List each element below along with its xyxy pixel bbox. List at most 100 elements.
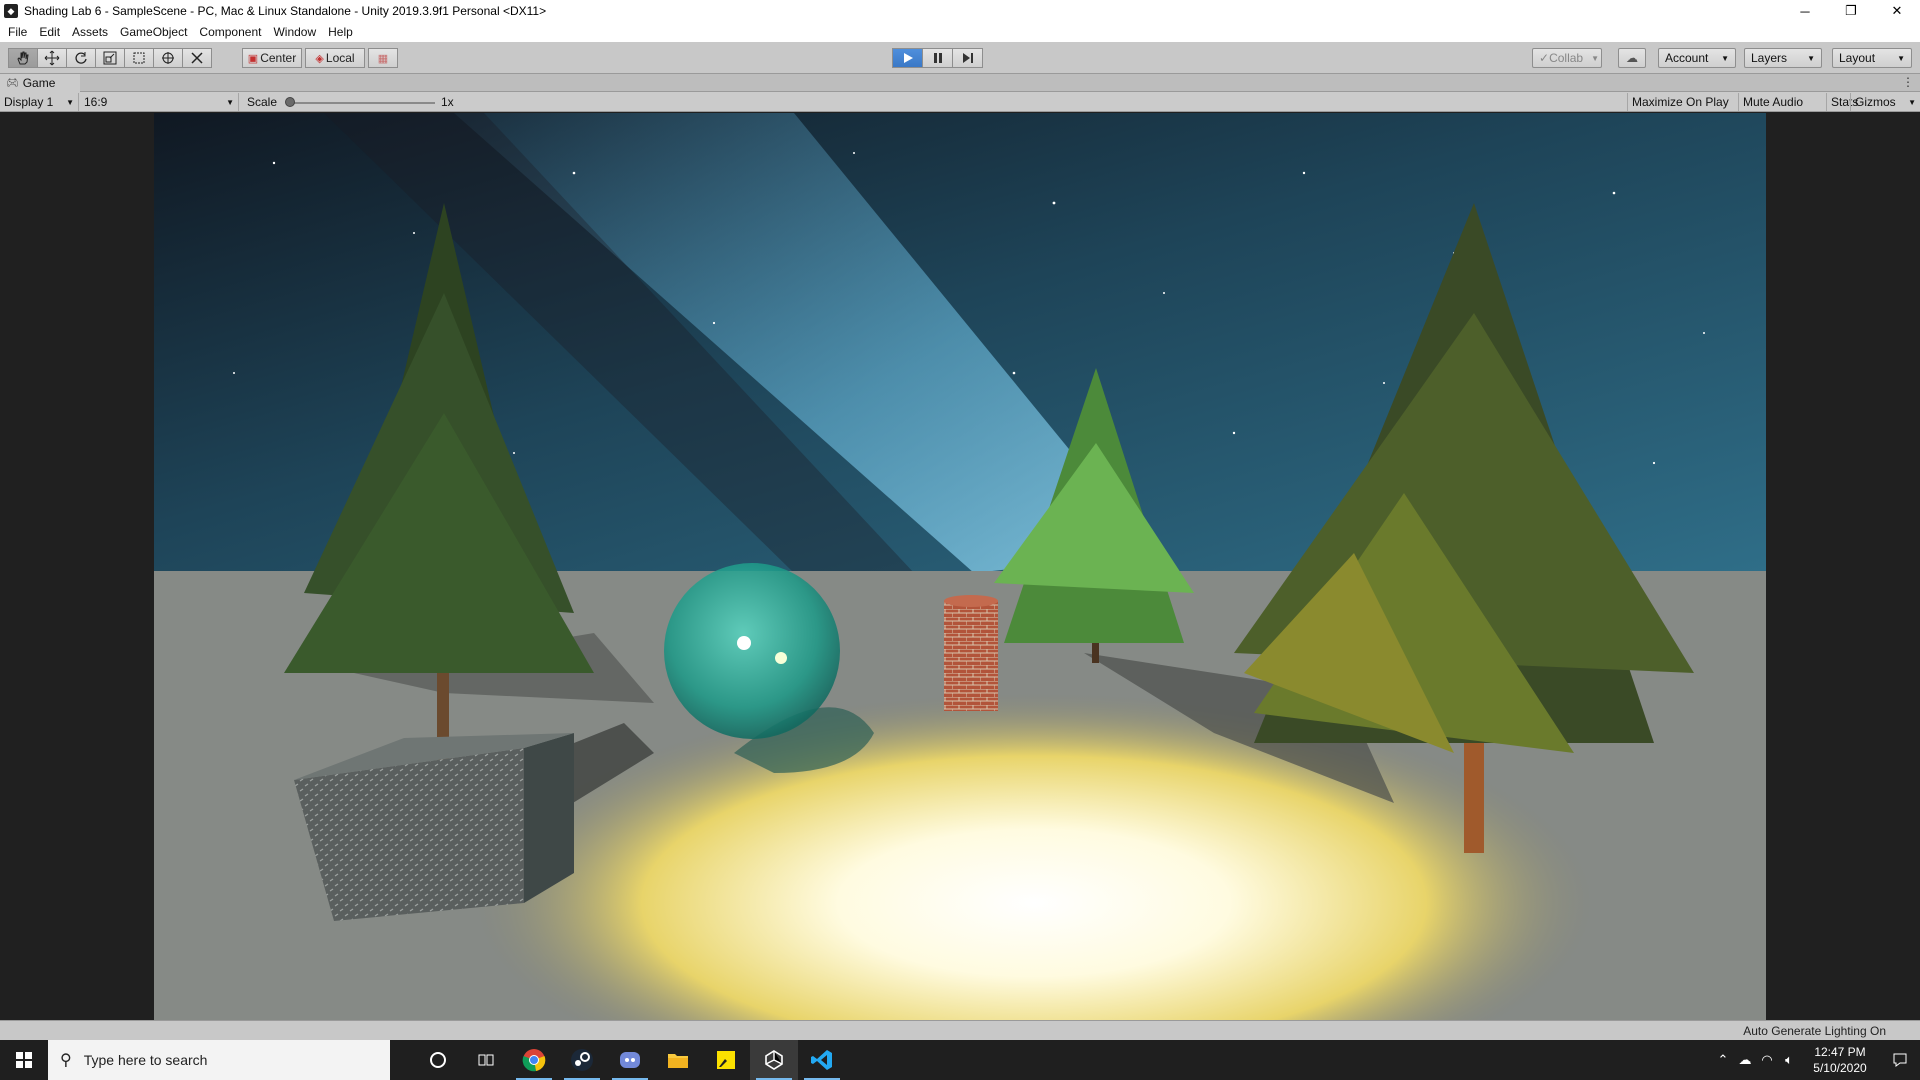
glass-sphere xyxy=(664,563,840,739)
clock-time: 12:47 PM xyxy=(1814,1045,1866,1059)
layout-dropdown[interactable]: Layout ▼ xyxy=(1832,48,1912,68)
pivot-icon: ▣ xyxy=(247,52,259,65)
taskbar-search-input[interactable]: ⚲ Type here to search xyxy=(48,1040,390,1080)
minimize-button[interactable]: ─ xyxy=(1782,0,1828,22)
taskbar-clock[interactable]: 12:47 PM 5/10/2020 xyxy=(1800,1044,1880,1076)
account-label: Account xyxy=(1665,51,1709,65)
scale-slider-handle[interactable] xyxy=(285,97,295,107)
scale-slider-track[interactable] xyxy=(290,102,435,104)
unity-logo-icon: ◆ xyxy=(4,4,18,18)
move-tool-button[interactable] xyxy=(37,48,67,68)
menu-assets[interactable]: Assets xyxy=(66,22,114,42)
clock-date: 5/10/2020 xyxy=(1813,1061,1867,1075)
restore-button[interactable]: ❐ xyxy=(1828,0,1874,22)
menu-file[interactable]: File xyxy=(2,22,33,42)
chevron-up-icon[interactable]: ⌃ xyxy=(1712,1052,1734,1068)
chevron-down-icon: ▼ xyxy=(1897,53,1905,63)
scale-value: 1x xyxy=(441,95,454,109)
rect-tool-button[interactable] xyxy=(124,48,154,68)
search-placeholder: Type here to search xyxy=(83,1052,208,1068)
lighting-status: Auto Generate Lighting On xyxy=(1743,1024,1886,1038)
chrome-icon xyxy=(522,1049,546,1072)
action-center-button[interactable] xyxy=(1880,1040,1920,1080)
chevron-down-icon: ▼ xyxy=(1591,53,1600,63)
layers-label: Layers xyxy=(1751,51,1788,65)
steam-icon xyxy=(571,1049,593,1071)
chevron-down-icon: ▼ xyxy=(226,97,234,107)
play-button[interactable] xyxy=(892,48,923,68)
task-view-button[interactable] xyxy=(462,1040,510,1080)
rotate-icon xyxy=(75,52,87,64)
volume-icon[interactable]: 🔈︎ xyxy=(1778,1052,1800,1068)
layout-label: Layout xyxy=(1839,51,1876,65)
pause-button[interactable] xyxy=(922,48,953,68)
hand-tool-button[interactable] xyxy=(8,48,38,68)
aspect-label: 16:9 xyxy=(84,95,108,109)
sticky-notes-icon xyxy=(717,1051,735,1069)
taskbar-chrome[interactable] xyxy=(510,1040,558,1080)
taskbar-sticky-notes[interactable] xyxy=(702,1040,750,1080)
tab-game[interactable]: 🎮︎ Game xyxy=(0,74,80,92)
taskbar-steam[interactable] xyxy=(558,1040,606,1080)
menu-gameobject[interactable]: GameObject xyxy=(114,22,193,42)
custom-tool-button[interactable] xyxy=(182,48,212,68)
grid-snap-icon: ▦ xyxy=(377,52,389,65)
vscode-icon xyxy=(811,1050,832,1070)
cloud-button[interactable]: ☁ xyxy=(1618,48,1646,68)
pivot-tools: ▣ Center ◈ Local ▦ xyxy=(242,48,398,68)
rect-icon xyxy=(133,52,145,64)
pivot-center-button[interactable]: ▣ Center xyxy=(242,48,302,68)
space-local-button[interactable]: ◈ Local xyxy=(305,48,365,68)
step-button[interactable] xyxy=(952,48,983,68)
game-view-toolbar: Display 1 ▼ 16:9 ▼ Scale 1x Maximize On … xyxy=(0,92,1920,112)
local-icon: ◈ xyxy=(315,52,324,65)
layers-dropdown[interactable]: Layers ▼ xyxy=(1744,48,1822,68)
rendered-scene xyxy=(154,113,1766,1020)
hand-icon xyxy=(17,51,29,65)
window-controls: ─ ❐ ✕ xyxy=(1782,0,1920,22)
menu-window[interactable]: Window xyxy=(267,22,322,42)
pivot-label: Center xyxy=(260,51,297,65)
wifi-icon[interactable]: ◠ xyxy=(1756,1052,1778,1068)
task-view-icon xyxy=(478,1054,494,1066)
mute-audio-toggle[interactable]: Mute Audio xyxy=(1738,93,1807,111)
menu-component[interactable]: Component xyxy=(193,22,267,42)
gamepad-icon: 🎮︎ xyxy=(6,77,19,89)
close-button[interactable]: ✕ xyxy=(1874,0,1920,22)
taskbar-unity[interactable] xyxy=(750,1040,798,1080)
step-icon xyxy=(962,53,973,63)
rotate-tool-button[interactable] xyxy=(66,48,96,68)
scale-tool-button[interactable] xyxy=(95,48,125,68)
display-label: Display 1 xyxy=(4,95,54,109)
start-button[interactable] xyxy=(0,1040,48,1080)
scale-icon xyxy=(103,51,117,65)
kebab-menu-icon[interactable]: ⋮ xyxy=(1902,75,1914,89)
cortana-icon xyxy=(430,1052,446,1068)
play-icon xyxy=(903,53,913,63)
tab-label: Game xyxy=(22,76,56,90)
playback-controls xyxy=(892,48,983,68)
chevron-down-icon: ▼ xyxy=(1807,53,1815,63)
unity-icon xyxy=(765,1050,783,1070)
snap-button[interactable]: ▦ xyxy=(368,48,398,68)
transform-tool-button[interactable] xyxy=(153,48,183,68)
aspect-dropdown[interactable]: 16:9 ▼ xyxy=(80,93,239,111)
cortana-button[interactable] xyxy=(414,1040,462,1080)
collab-label: Collab xyxy=(1549,51,1584,65)
check-icon: ✓ xyxy=(1539,51,1550,65)
game-view-render[interactable] xyxy=(154,113,1766,1020)
taskbar-discord[interactable] xyxy=(606,1040,654,1080)
file-explorer-icon xyxy=(668,1054,688,1068)
scale-label: Scale xyxy=(247,95,278,109)
display-dropdown[interactable]: Display 1 ▼ xyxy=(0,93,79,111)
account-dropdown[interactable]: Account ▼ xyxy=(1658,48,1736,68)
menu-help[interactable]: Help xyxy=(322,22,359,42)
taskbar-file-explorer[interactable] xyxy=(654,1040,702,1080)
collab-dropdown[interactable]: ✓ Collab ▼ xyxy=(1532,48,1602,68)
menu-edit[interactable]: Edit xyxy=(33,22,66,42)
maximize-on-play-toggle[interactable]: Maximize On Play xyxy=(1627,93,1733,111)
onedrive-icon[interactable]: ☁ xyxy=(1734,1052,1756,1068)
gizmos-dropdown[interactable]: Gizmos ▼ xyxy=(1850,93,1920,111)
taskbar-vscode[interactable] xyxy=(798,1040,846,1080)
windows-logo-icon xyxy=(16,1052,32,1068)
